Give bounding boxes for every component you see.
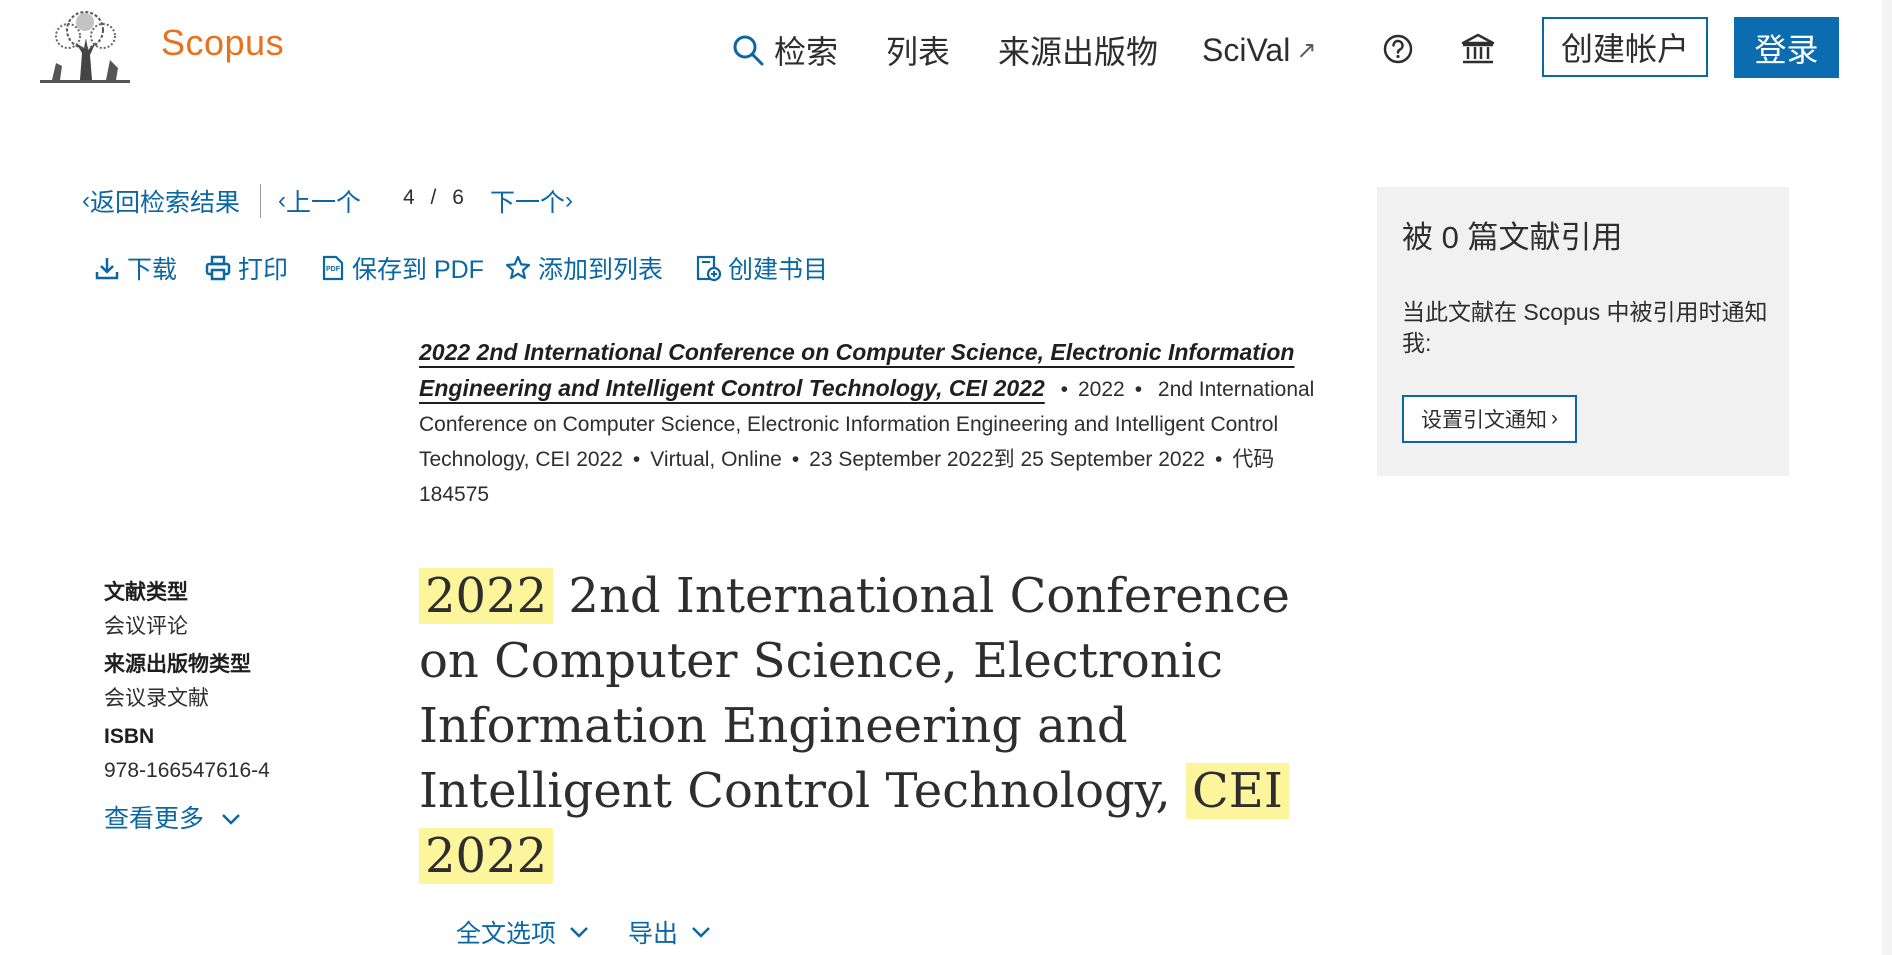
result-total: 6 bbox=[452, 186, 464, 209]
download-icon bbox=[95, 258, 119, 280]
highlight-term: 2022 bbox=[419, 828, 554, 884]
chevron-down-icon bbox=[222, 814, 240, 825]
page-scrollbar[interactable] bbox=[1882, 0, 1892, 955]
separator-dot: • bbox=[632, 448, 641, 471]
create-bibliography-label: 创建书目 bbox=[728, 256, 829, 284]
nav-lists[interactable]: 列表 bbox=[886, 28, 950, 72]
chevron-left-icon: ‹ bbox=[278, 187, 286, 214]
chevron-down-icon bbox=[570, 927, 588, 938]
full-text-options-label: 全文选项 bbox=[456, 920, 557, 948]
scopus-brand[interactable]: Scopus bbox=[161, 22, 284, 64]
highlight-term: 2022 bbox=[419, 568, 554, 624]
next-label: 下一个 bbox=[490, 189, 566, 217]
nav-search[interactable]: 检索 bbox=[732, 28, 838, 72]
document-metadata: 文献类型 会议评论 来源出版物类型 会议录文献 ISBN 978-1665476… bbox=[104, 576, 364, 836]
export-button[interactable]: 导出 bbox=[628, 914, 714, 950]
chevron-down-icon bbox=[692, 927, 710, 938]
nav-scival-label: SciVal bbox=[1202, 31, 1291, 68]
elsevier-tree-logo[interactable] bbox=[40, 8, 130, 86]
export-label: 导出 bbox=[628, 920, 679, 948]
save-pdf-label: 保存到 PDF bbox=[352, 256, 484, 284]
download-button[interactable]: 下载 bbox=[93, 250, 177, 286]
separator-dot: • bbox=[791, 448, 800, 471]
set-citation-alert-label: 设置引文通知 bbox=[1421, 409, 1547, 432]
doc-type-label: 文献类型 bbox=[104, 581, 188, 604]
institution-icon[interactable] bbox=[1460, 31, 1496, 67]
bibliography-icon bbox=[696, 255, 722, 282]
cited-by-title: 被 0 篇文献引用 bbox=[1402, 220, 1623, 255]
breadcrumb-divider bbox=[260, 184, 261, 218]
print-label: 打印 bbox=[238, 256, 289, 284]
nav-search-label: 检索 bbox=[774, 34, 839, 70]
help-icon[interactable] bbox=[1382, 33, 1414, 65]
pdf-icon: PDF bbox=[322, 255, 344, 281]
result-current: 4 bbox=[403, 186, 415, 209]
source-type-value: 会议录文献 bbox=[104, 687, 209, 710]
add-to-list-label: 添加到列表 bbox=[538, 256, 664, 284]
star-icon bbox=[505, 255, 531, 280]
previous-link[interactable]: ‹ 上一个 bbox=[278, 183, 361, 219]
back-to-results-link[interactable]: ‹ 返回检索结果 bbox=[82, 183, 240, 219]
external-link-icon: ↗ bbox=[1296, 36, 1317, 64]
download-label: 下载 bbox=[127, 256, 178, 284]
chevron-right-icon: › bbox=[1551, 407, 1558, 430]
next-link[interactable]: 下一个 › bbox=[490, 183, 573, 219]
citation-alert-text: 当此文献在 Scopus 中被引用时通知我: bbox=[1402, 299, 1768, 356]
view-more-label: 查看更多 bbox=[104, 805, 205, 833]
back-to-results-label: 返回检索结果 bbox=[90, 189, 241, 217]
previous-label: 上一个 bbox=[286, 189, 362, 217]
separator-dot: • bbox=[1060, 378, 1068, 401]
add-to-list-button[interactable]: 添加到列表 bbox=[504, 250, 663, 286]
separator-dot: • bbox=[1134, 378, 1143, 401]
save-pdf-button[interactable]: PDF 保存到 PDF bbox=[318, 250, 484, 286]
conference-location: Virtual, Online bbox=[650, 448, 782, 471]
create-bibliography-button[interactable]: 创建书目 bbox=[694, 250, 828, 286]
source-type-label: 来源出版物类型 bbox=[104, 653, 251, 676]
print-icon bbox=[205, 255, 231, 281]
chevron-right-icon: › bbox=[565, 187, 574, 214]
document-title: 2022 2nd International Conference on Com… bbox=[419, 564, 1339, 889]
result-position: 4 / 6 bbox=[403, 186, 464, 210]
full-text-options-button[interactable]: 全文选项 bbox=[456, 914, 592, 950]
source-info: 2022 2nd International Conference on Com… bbox=[419, 335, 1344, 512]
nav-sources[interactable]: 来源出版物 bbox=[998, 28, 1158, 72]
isbn-value: 978-166547616-4 bbox=[104, 759, 270, 782]
login-button[interactable]: 登录 bbox=[1734, 17, 1839, 78]
result-separator: / bbox=[430, 186, 437, 209]
svg-text:PDF: PDF bbox=[326, 266, 341, 273]
view-more-button[interactable]: 查看更多 bbox=[104, 802, 364, 836]
print-button[interactable]: 打印 bbox=[204, 250, 288, 286]
highlight-term: CEI bbox=[1186, 763, 1289, 819]
chevron-left-icon: ‹ bbox=[82, 187, 90, 214]
doc-type-value: 会议评论 bbox=[104, 615, 188, 638]
source-year: 2022 bbox=[1077, 378, 1125, 401]
nav-scival[interactable]: SciVal ↗ bbox=[1202, 28, 1316, 72]
set-citation-alert-button[interactable]: 设置引文通知 › bbox=[1402, 395, 1577, 443]
create-account-button[interactable]: 创建帐户 bbox=[1542, 17, 1708, 77]
conference-dates: 23 September 2022到 25 September 2022 bbox=[809, 448, 1205, 471]
separator-dot: • bbox=[1214, 448, 1223, 471]
isbn-label: ISBN bbox=[104, 725, 155, 748]
search-icon bbox=[733, 35, 764, 66]
